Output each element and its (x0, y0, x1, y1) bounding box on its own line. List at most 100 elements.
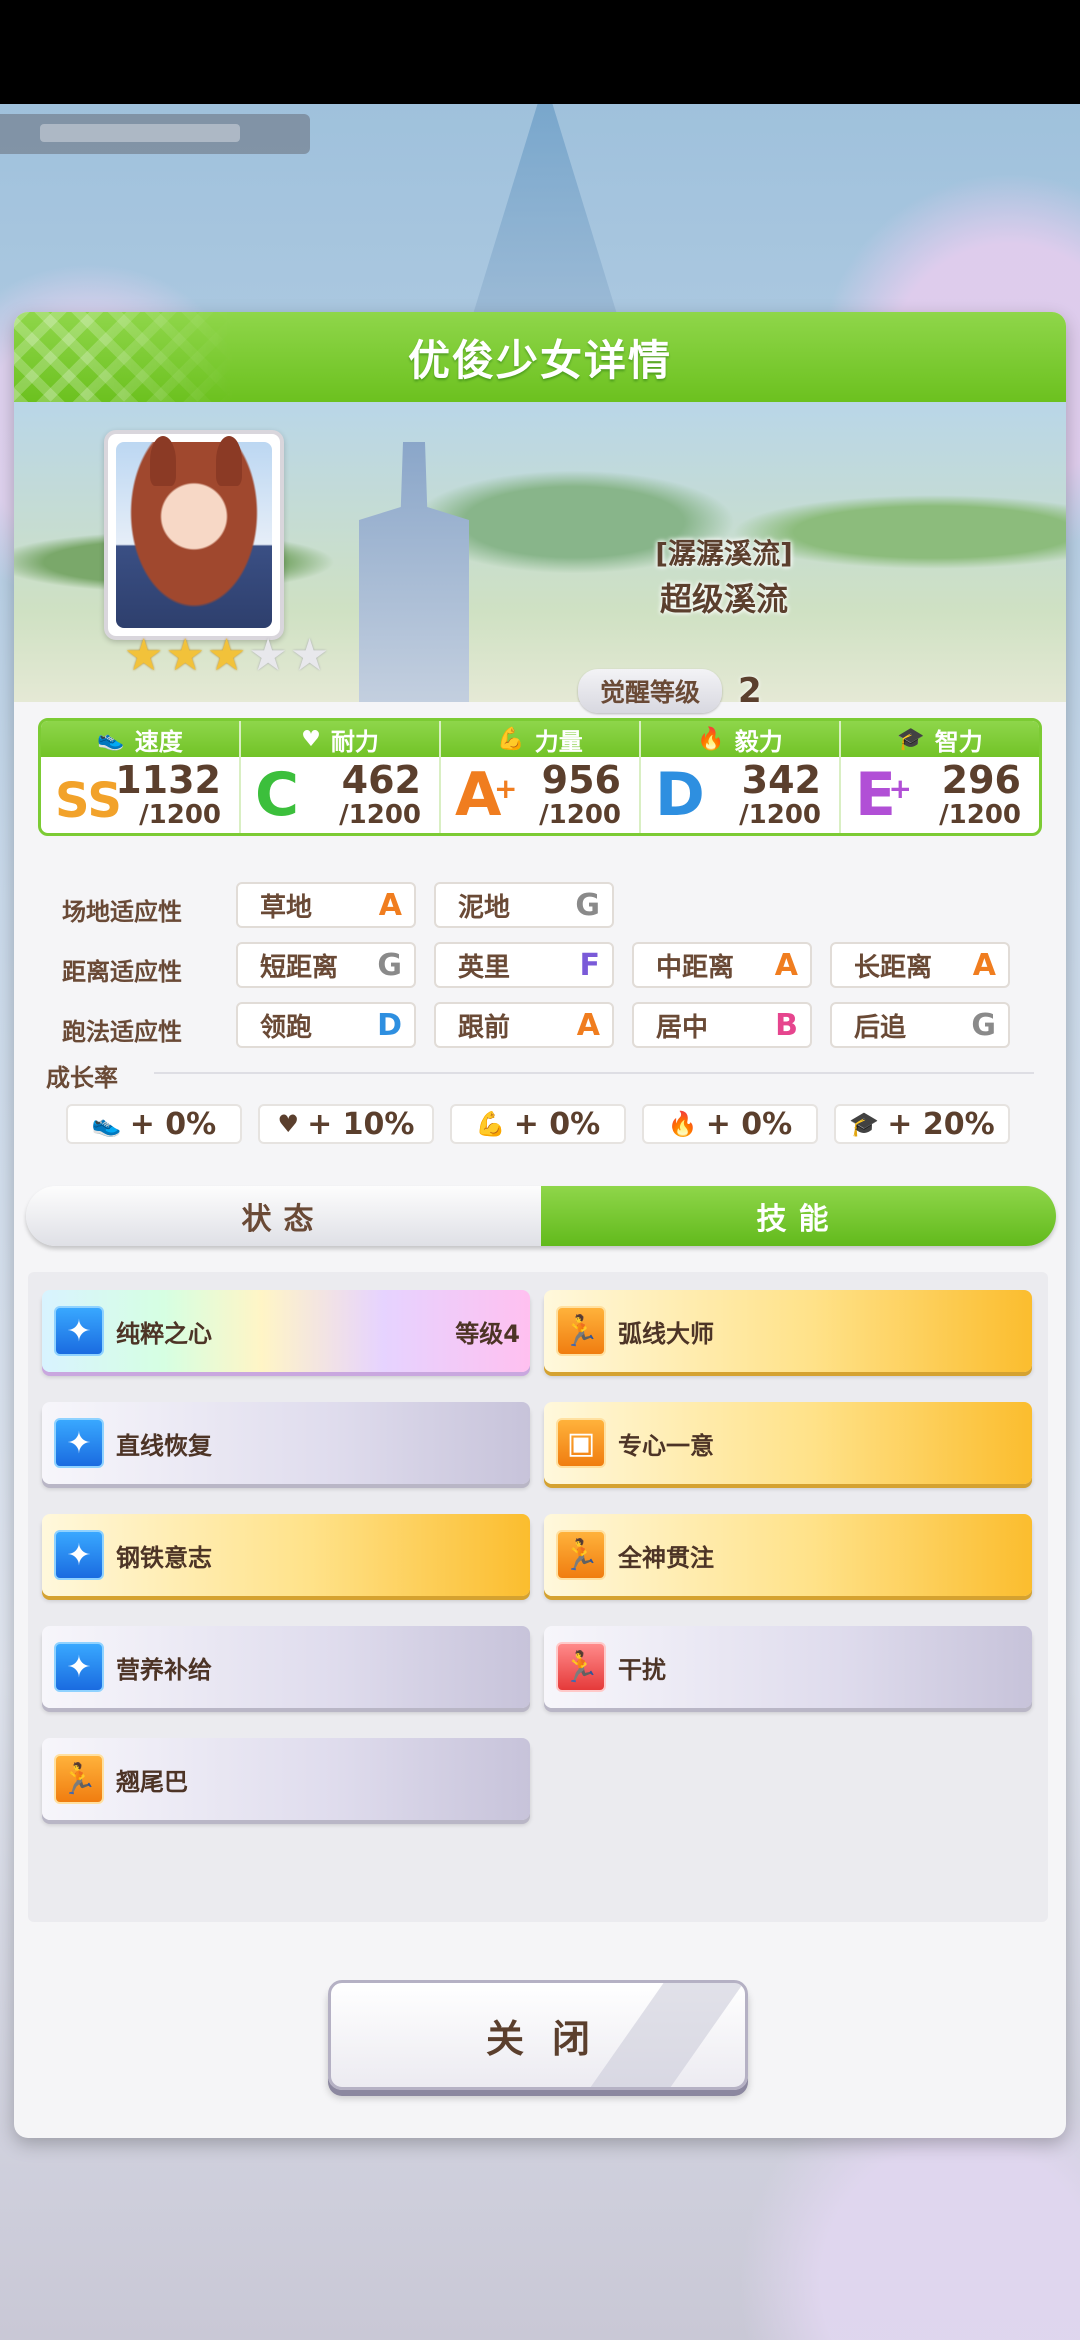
skill-name: 钢铁意志 (116, 1543, 212, 1572)
skill-item[interactable]: 🏃 翘尾巴 (42, 1738, 530, 1820)
awaken-level-value: 2 (738, 671, 762, 711)
stat-value: 462 (341, 758, 421, 802)
grade-badge: A (972, 947, 996, 983)
skill-item[interactable]: 🏃 全神贯注 (544, 1514, 1032, 1596)
star-icon-empty: ★ (289, 630, 330, 681)
skill-item[interactable]: ✦ 纯粹之心 等级4 (42, 1290, 530, 1372)
star-icon-filled: ★ (124, 630, 164, 681)
sparkle-icon: ✦ (54, 1530, 104, 1580)
skill-level: 等级4 (455, 1319, 520, 1348)
grade-badge: F (579, 947, 601, 983)
growth-speed: 👟 + 0% (66, 1104, 242, 1144)
aptitude-cell: 短距离 G (236, 942, 416, 988)
grade-badge: G (575, 887, 600, 923)
header-pattern (14, 312, 234, 402)
flame-icon: 🔥 (697, 726, 725, 752)
interfere-icon: 🏃 (556, 1642, 606, 1692)
muscle-icon: 💪 (497, 726, 525, 752)
aptitude-cell: 中距离 A (632, 942, 812, 988)
star-rating: ★ ★ ★ ★ ★ (124, 634, 329, 678)
close-button[interactable]: 关闭 (328, 1980, 748, 2090)
aptitude-cell: 居中 B (632, 1002, 812, 1048)
stat-speed: 👟 速度 SS 1132/1200 (41, 721, 241, 833)
aptitude-label: 距离适应性 (62, 958, 182, 986)
aptitude-distance-row: 距离适应性 短距离 G 英里 F 中距离 A 长距离 A (14, 942, 1066, 990)
character-name: 超级溪流 (659, 580, 788, 618)
skill-item[interactable]: 🏃 弧线大师 (544, 1290, 1032, 1372)
stat-max: /1200 (739, 800, 821, 830)
heart-icon: ♥ (301, 726, 321, 752)
grade-badge: A (774, 947, 798, 983)
status-bar (0, 0, 1080, 104)
star-icon-filled: ★ (165, 630, 205, 681)
stat-label: 毅力 (734, 727, 783, 756)
skill-item[interactable]: 🏃 干扰 (544, 1626, 1032, 1708)
stat-wisdom: 🎓 智力 E + 296/1200 (841, 721, 1039, 833)
grade-badge: A (576, 1007, 600, 1043)
stat-label: 速度 (134, 727, 183, 756)
aptitude-cell: 跟前 A (434, 1002, 614, 1048)
graduation-cap-icon: 🎓 (849, 1110, 880, 1138)
aptitude-label: 场地适应性 (62, 898, 182, 926)
tab-status[interactable]: 状态 (26, 1186, 541, 1246)
skill-name: 直线恢复 (116, 1431, 212, 1460)
sparkle-icon: ✦ (54, 1418, 104, 1468)
dialog-title: 优俊少女详情 (407, 335, 672, 385)
shoe-icon: 👟 (97, 726, 125, 752)
graduation-cap-icon: 🎓 (897, 726, 925, 752)
stat-value: 956 (541, 758, 621, 802)
focus-icon: ▣ (556, 1418, 606, 1468)
aptitude-cell: 泥地 G (434, 882, 614, 928)
growth-stamina: ♥ + 10% (258, 1104, 434, 1144)
star-icon-filled: ★ (206, 630, 247, 681)
close-button-label: 关闭 (485, 2016, 618, 2061)
stat-rank: C (255, 760, 300, 830)
stat-value: 342 (741, 758, 821, 802)
aptitude-style-row: 跑法适应性 领跑 D 跟前 A 居中 B 后追 G (14, 1002, 1066, 1050)
skill-item[interactable]: ✦ 营养补给 (42, 1626, 530, 1708)
stat-rank: D (655, 760, 705, 830)
stat-label: 智力 (934, 727, 983, 756)
stat-rank: E + (855, 760, 912, 830)
stat-max: /1200 (939, 800, 1021, 830)
growth-divider (154, 1072, 1034, 1074)
aptitude-cell: 英里 F (434, 942, 614, 988)
runner-icon: 🏃 (556, 1530, 606, 1580)
flame-icon: 🔥 (667, 1110, 698, 1138)
tab-skills[interactable]: 技能 (541, 1186, 1056, 1246)
skill-name: 全神贯注 (618, 1543, 714, 1572)
stat-max: /1200 (539, 800, 621, 830)
sparkle-icon: ✦ (54, 1642, 104, 1692)
muscle-icon: 💪 (475, 1110, 506, 1138)
sparkle-icon: ✦ (54, 1306, 104, 1356)
stat-max: /1200 (339, 800, 421, 830)
stat-value: 296 (941, 758, 1021, 802)
grade-badge: D (377, 1007, 402, 1043)
skill-name: 纯粹之心 (116, 1319, 212, 1348)
growth-guts: 🔥 + 0% (642, 1104, 818, 1144)
character-portrait[interactable] (104, 430, 284, 640)
character-hero: ★ ★ ★ ★ ★ [潺潺溪流] 超级溪流 觉醒等级 2 (14, 402, 1066, 713)
stat-power: 💪 力量 A + 956/1200 (441, 721, 641, 833)
stat-value: 1132 (115, 758, 221, 802)
awaken-level: 觉醒等级 2 (578, 669, 762, 713)
stat-rank: SS (55, 773, 122, 829)
skill-item[interactable]: ▣ 专心一意 (544, 1402, 1032, 1484)
skill-item[interactable]: ✦ 直线恢复 (42, 1402, 530, 1484)
aptitude-cell: 长距离 A (830, 942, 1010, 988)
skill-name: 翘尾巴 (116, 1767, 188, 1796)
runner-icon: 🏃 (556, 1306, 606, 1356)
star-icon-empty: ★ (248, 630, 288, 681)
stat-label: 耐力 (330, 727, 379, 756)
stat-stamina: ♥ 耐力 C 462/1200 (241, 721, 441, 833)
skill-name: 专心一意 (618, 1431, 714, 1460)
aptitude-cell: 草地 A (236, 882, 416, 928)
heart-icon: ♥ (277, 1110, 300, 1138)
character-portrait-art (116, 442, 272, 628)
shoe-icon: 👟 (91, 1110, 122, 1138)
aptitude-track-row: 场地适应性 草地 A 泥地 G (14, 882, 1066, 930)
aptitude-cell: 领跑 D (236, 1002, 416, 1048)
skill-item[interactable]: ✦ 钢铁意志 (42, 1514, 530, 1596)
aptitude-label: 跑法适应性 (62, 1018, 182, 1046)
background-banner (0, 114, 310, 154)
